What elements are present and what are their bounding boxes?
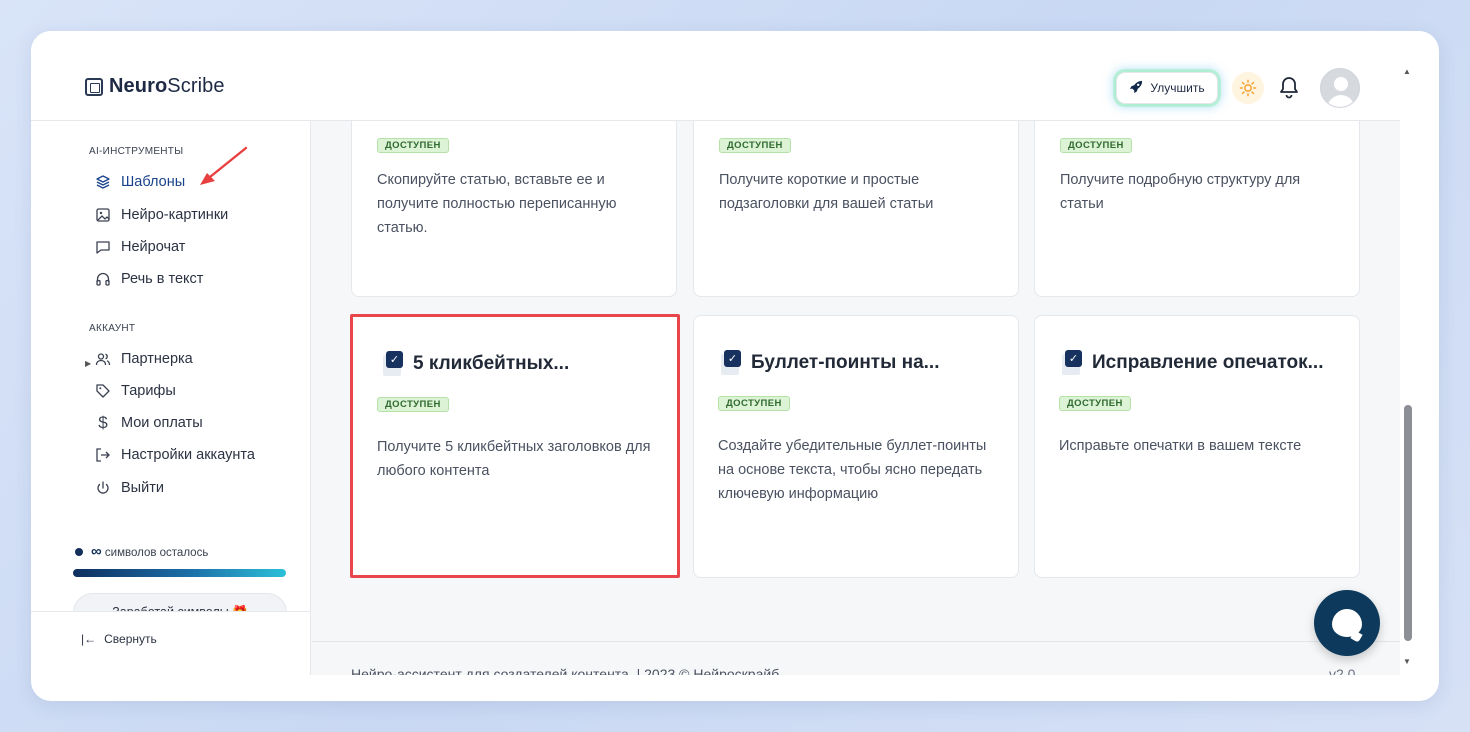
sidebar-item-label: Нейро-картинки (121, 207, 229, 223)
card-title-text: Буллет-поинты на... (751, 352, 940, 373)
credits-progress-fill (73, 569, 286, 577)
sun-icon (1239, 79, 1257, 97)
logo-bold-part: Neuro (109, 75, 168, 97)
upgrade-button[interactable]: Улучшить (1116, 72, 1218, 104)
status-badge: ДОСТУПЕН (377, 397, 449, 412)
sidebar-item-label: Настройки аккаунта (121, 447, 255, 463)
bell-icon[interactable] (1279, 75, 1301, 101)
sidebar-footer: |← Свернуть (31, 611, 310, 675)
sidebar-item-label: Выйти (121, 480, 164, 496)
power-icon (95, 480, 111, 496)
checkbox-icon: ✓ (721, 350, 743, 376)
sidebar-item-neuro-images[interactable]: Нейро-картинки (95, 207, 228, 223)
version-label: v2.0 (1329, 666, 1356, 675)
template-card[interactable]: ДОСТУПЕН Скопируйте статью, вставьте ее … (351, 121, 677, 297)
scrollbar-thumb[interactable] (1404, 405, 1412, 641)
image-icon (95, 207, 111, 223)
card-description: Исправьте опечатки в вашем тексте (1059, 438, 1302, 454)
collapse-arrow-icon: |← (81, 632, 97, 646)
template-card[interactable]: ✓ Исправление опечаток... ДОСТУПЕН Испра… (1034, 315, 1360, 578)
credits-progress-bar (73, 569, 286, 577)
scrollbar[interactable]: ▲ ▼ (1400, 59, 1418, 675)
annotation-arrow-icon (200, 146, 248, 185)
card-title: ✓ Исправление опечаток... (1062, 350, 1323, 376)
template-card[interactable]: ✓ Буллет-поинты на... ДОСТУПЕН Создайте … (693, 315, 1019, 578)
dollar-icon: $ (98, 413, 108, 432)
sidebar-item-speech-to-text[interactable]: Речь в текст (95, 271, 203, 287)
sidebar-item-payments[interactable]: $ Мои оплаты (95, 413, 203, 432)
card-title-text: Исправление опечаток... (1092, 352, 1324, 373)
card-description: Получите подробную структуру для статьи (1060, 172, 1301, 212)
logo-icon (85, 77, 103, 96)
sidebar-item-label: Мои оплаты (121, 415, 203, 431)
status-badge: ДОСТУПЕН (1060, 138, 1132, 153)
sidebar-item-tariffs[interactable]: Тарифы (95, 383, 176, 399)
footer-text: Нейро-ассистент для создателей контента.… (351, 666, 780, 675)
sidebar-item-partner[interactable]: Партнерка (95, 351, 193, 367)
sidebar-item-templates[interactable]: Шаблоны (95, 174, 185, 190)
section-label-tools: AI-ИНСТРУМЕНТЫ (89, 146, 184, 157)
infinity-symbol: ∞ (91, 543, 102, 560)
sidebar-item-label: Партнерка (121, 351, 193, 367)
sidebar-item-label: Речь в текст (121, 271, 204, 287)
sidebar-item-account-settings[interactable]: Настройки аккаунта (95, 447, 255, 463)
logo-text: NeuroScribe (109, 75, 225, 98)
scroll-up-arrow-icon[interactable]: ▲ (1403, 67, 1411, 76)
page-footer: Нейро-ассистент для создателей контента.… (312, 641, 1400, 675)
card-description: Получите 5 кликбейтных заголовков для лю… (377, 439, 651, 479)
headphones-icon (95, 271, 111, 287)
status-badge: ДОСТУПЕН (718, 396, 790, 411)
checkbox-icon: ✓ (1062, 350, 1084, 376)
users-icon (95, 351, 111, 367)
card-title: ✓ Буллет-поинты на... (721, 350, 940, 376)
section-label-account: АККАУНТ (89, 323, 136, 334)
card-title: ✓ 5 кликбейтных... (383, 351, 569, 377)
app-root: NeuroScribe Улучшить AI-ИНСТРУМЕНТЫ Шабл… (31, 31, 1400, 675)
upgrade-label: Улучшить (1150, 81, 1205, 95)
sidebar-item-label: Тарифы (121, 383, 176, 399)
top-header: NeuroScribe Улучшить (31, 31, 1400, 121)
credits-remaining: ∞ символов осталось (75, 543, 208, 560)
status-badge: ДОСТУПЕН (1059, 396, 1131, 411)
card-description: Получите короткие и простые подзаголовки… (719, 172, 934, 212)
credits-text: символов осталось (104, 547, 209, 559)
checkbox-icon: ✓ (383, 351, 405, 377)
sidebar-item-label: Шаблоны (121, 174, 186, 190)
sidebar-item-logout[interactable]: Выйти (95, 480, 164, 496)
sidebar-item-neurochat[interactable]: Нейрочат (95, 239, 185, 255)
card-description: Скопируйте статью, вставьте ее и получит… (377, 172, 617, 236)
collapse-label: Свернуть (104, 632, 157, 646)
template-card[interactable]: ДОСТУПЕН Получите подробную структуру дл… (1034, 121, 1360, 297)
template-card-clickbait-highlighted[interactable]: ✓ 5 кликбейтных... ДОСТУПЕН Получите 5 к… (350, 314, 680, 578)
logo[interactable]: NeuroScribe (85, 75, 225, 98)
status-badge: ДОСТУПЕН (377, 138, 449, 153)
sidebar: AI-ИНСТРУМЕНТЫ Шаблоны Нейро-картинки Не… (31, 121, 311, 675)
browser-window: NeuroScribe Улучшить AI-ИНСТРУМЕНТЫ Шабл… (31, 31, 1439, 701)
status-dot (75, 547, 83, 556)
tag-icon (95, 383, 111, 399)
card-title-text: 5 кликбейтных... (413, 353, 570, 374)
sidebar-item-label: Нейрочат (121, 239, 186, 255)
main-content: ДОСТУПЕН Скопируйте статью, вставьте ее … (312, 121, 1400, 675)
settings-exit-icon (95, 447, 111, 463)
scroll-down-arrow-icon[interactable]: ▼ (1403, 657, 1411, 666)
collapse-sidebar-button[interactable]: |← Свернуть (81, 632, 157, 646)
avatar[interactable] (1320, 68, 1360, 108)
theme-toggle-button[interactable] (1232, 72, 1264, 104)
expand-arrow-icon[interactable]: ▶ (85, 359, 91, 368)
rocket-icon (1129, 80, 1143, 97)
status-badge: ДОСТУПЕН (719, 138, 791, 153)
card-description: Создайте убедительные буллет-поинты на о… (718, 438, 987, 502)
chat-bubble-icon (1332, 609, 1362, 637)
layers-icon (95, 174, 111, 190)
user-avatar-icon (1321, 69, 1359, 107)
support-chat-button[interactable] (1314, 590, 1380, 656)
chat-icon (95, 239, 111, 255)
template-card[interactable]: ДОСТУПЕН Получите короткие и простые под… (693, 121, 1019, 297)
logo-rest-part: Scribe (167, 75, 225, 97)
